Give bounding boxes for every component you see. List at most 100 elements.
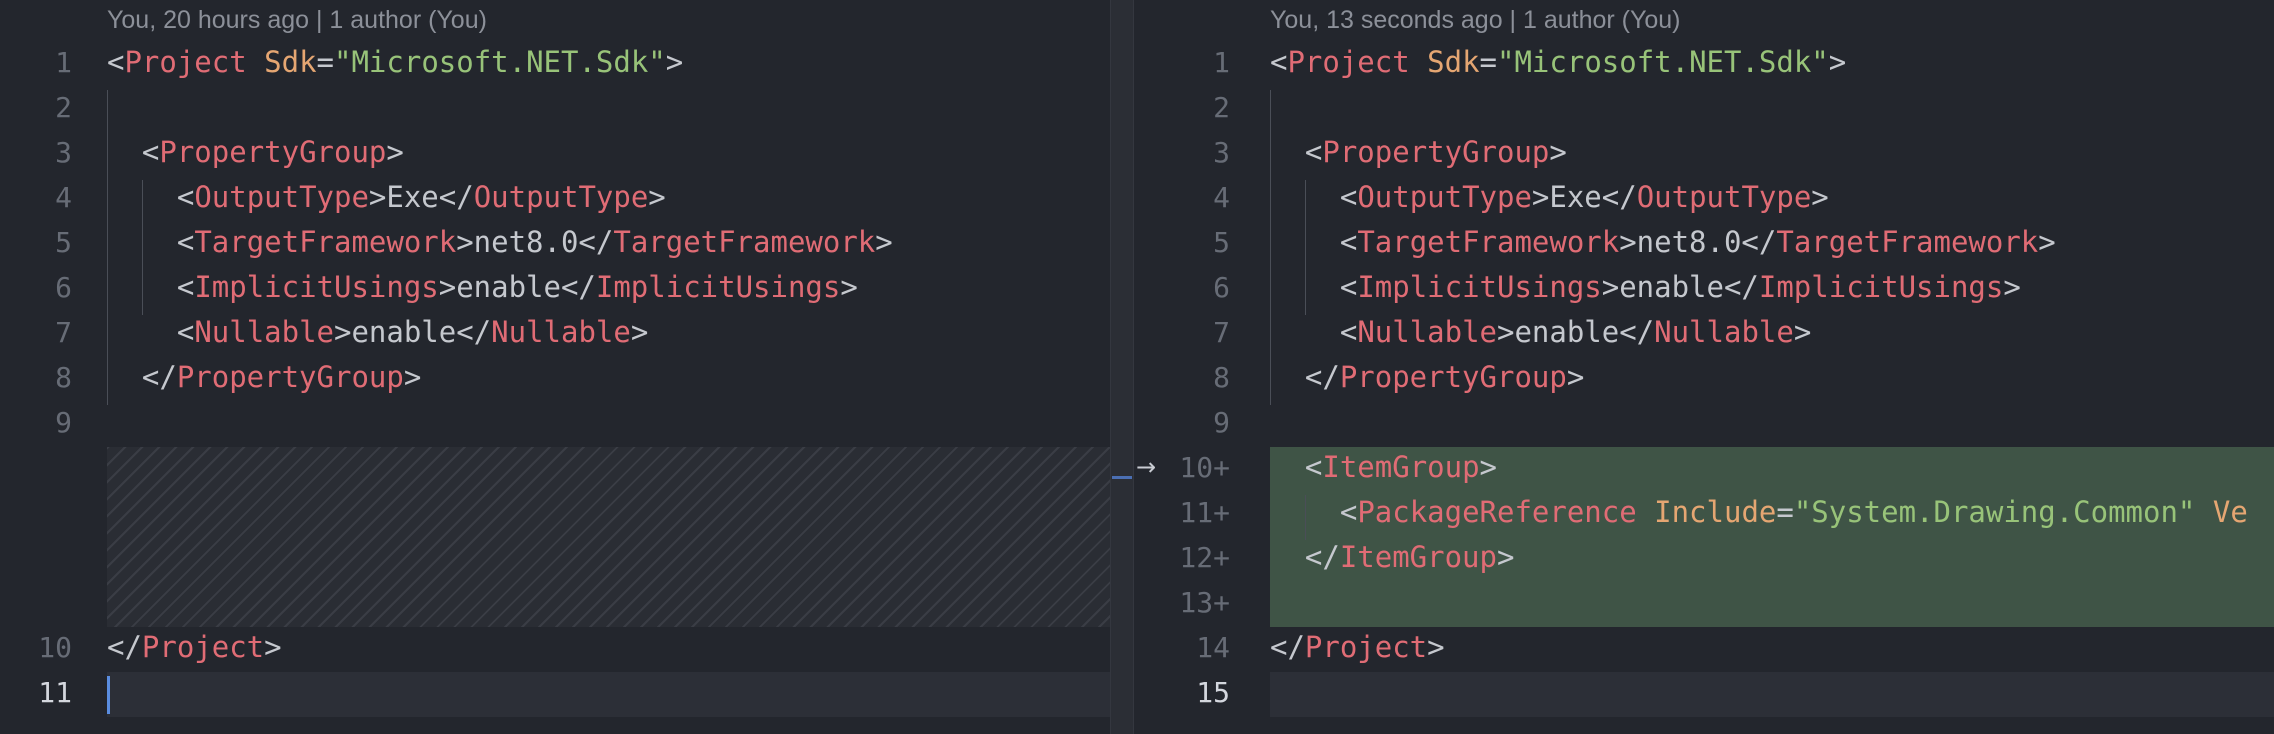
code-line[interactable]: 15 <box>1160 670 2274 715</box>
tag-name: PropertyGroup <box>1339 360 1567 394</box>
right-pane[interactable]: You, 13 seconds ago | 1 author (You) 1 <… <box>1160 0 2274 734</box>
tag-content: >enable</ <box>1601 270 1759 304</box>
line-number: 11 <box>38 676 72 709</box>
added-marker: + <box>1213 451 1230 484</box>
tag-name: ItemGroup <box>1339 540 1497 574</box>
tag-name: PackageReference <box>1357 495 1637 529</box>
bracket: > <box>2003 270 2021 304</box>
blame-annotation[interactable]: You, 13 seconds ago | 1 author (You) <box>1270 0 1681 40</box>
code-text[interactable]: <Project Sdk="Microsoft.NET.Sdk"> <box>107 40 683 85</box>
bracket: </ <box>141 360 177 394</box>
code-line[interactable]: 1 <Project Sdk="Microsoft.NET.Sdk"> <box>1160 40 2274 85</box>
line-number: 4 <box>55 181 72 214</box>
code-text[interactable]: <ImplicitUsings>enable</ImplicitUsings> <box>1270 265 2021 310</box>
code-line[interactable]: 7 <Nullable>enable</Nullable> <box>0 310 1110 355</box>
closing-tag-name: ImplicitUsings <box>595 270 841 304</box>
code-line[interactable]: 9 <box>0 400 1110 445</box>
bracket: < <box>141 135 160 169</box>
code-text[interactable]: <Project Sdk="Microsoft.NET.Sdk"> <box>1270 40 1846 85</box>
code-line[interactable]: 9 <box>1160 400 2274 445</box>
code-line[interactable]: 8 </PropertyGroup> <box>1160 355 2274 400</box>
code-text[interactable]: </PropertyGroup> <box>107 355 421 400</box>
code-text[interactable]: </ItemGroup> <box>1270 535 1515 580</box>
diff-overview-ruler[interactable] <box>1110 0 1134 734</box>
code-line[interactable]: 6 <ImplicitUsings>enable</ImplicitUsings… <box>0 265 1110 310</box>
code-text[interactable]: </Project> <box>107 625 282 670</box>
attribute-value: "System.Drawing.Common" <box>1793 495 2196 529</box>
code-text[interactable]: <ImplicitUsings>enable</ImplicitUsings> <box>107 265 858 310</box>
revert-arrow-icon[interactable]: → <box>1132 447 1160 487</box>
line-number-value: 13 <box>1179 586 1214 619</box>
bracket: > <box>1427 630 1445 664</box>
code-text[interactable]: </PropertyGroup> <box>1270 355 1584 400</box>
code-line[interactable]: 11 <box>0 670 1110 715</box>
code-line[interactable]: 1 <Project Sdk="Microsoft.NET.Sdk"> <box>0 40 1110 85</box>
added-code-line[interactable]: 12+ </ItemGroup> <box>1160 535 2274 580</box>
added-code-line[interactable]: 13+ <box>1160 580 2274 625</box>
tag-name: TargetFramework <box>194 225 457 259</box>
bracket: > <box>386 135 404 169</box>
line-number: 2 <box>55 91 72 124</box>
bracket: </ <box>107 630 142 664</box>
closing-tag-name: ImplicitUsings <box>1758 270 2004 304</box>
code-text[interactable]: <TargetFramework>net8.0</TargetFramework… <box>107 220 893 265</box>
code-text[interactable]: <TargetFramework>net8.0</TargetFramework… <box>1270 220 2056 265</box>
code-line[interactable]: 7 <Nullable>enable</Nullable> <box>1160 310 2274 355</box>
blame-annotation[interactable]: You, 20 hours ago | 1 author (You) <box>107 0 487 40</box>
tag-name: ImplicitUsings <box>1357 270 1602 304</box>
line-number: 3 <box>1213 136 1230 169</box>
tag-name: Project <box>1304 630 1428 664</box>
code-text[interactable]: <OutputType>Exe</OutputType> <box>107 175 666 220</box>
code-line[interactable]: 2 <box>1160 85 2274 130</box>
bracket: > <box>1793 315 1812 349</box>
equals: = <box>316 45 335 79</box>
code-text[interactable]: <Nullable>enable</Nullable> <box>1270 310 1811 355</box>
tag-name: Project <box>1287 45 1410 79</box>
code-text[interactable]: <PropertyGroup> <box>107 130 404 175</box>
line-number: 6 <box>1213 271 1230 304</box>
code-line[interactable]: 3 <PropertyGroup> <box>0 130 1110 175</box>
bracket: > <box>840 270 858 304</box>
code-line[interactable]: 3 <PropertyGroup> <box>1160 130 2274 175</box>
line-number: 14 <box>1196 631 1230 664</box>
code-line[interactable]: 5 <TargetFramework>net8.0</TargetFramewo… <box>1160 220 2274 265</box>
closing-tag-name: Nullable <box>491 315 631 349</box>
tag-content: >enable</ <box>438 270 596 304</box>
code-text[interactable]: </Project> <box>1270 625 1445 670</box>
bracket: > <box>1811 180 1829 214</box>
tag-content: >enable</ <box>334 315 492 349</box>
line-number: 6 <box>55 271 72 304</box>
bracket: < <box>176 180 195 214</box>
code-line[interactable]: 2 <box>0 85 1110 130</box>
code-line[interactable]: 8 </PropertyGroup> <box>0 355 1110 400</box>
change-marker[interactable] <box>1112 476 1132 479</box>
code-text[interactable]: <ItemGroup> <box>1270 445 1497 490</box>
tag-name: Project <box>141 630 265 664</box>
bracket: < <box>1270 45 1288 79</box>
line-number: 13+ <box>1160 580 1230 625</box>
bracket: < <box>1304 450 1323 484</box>
line-number: 10+ <box>1160 445 1230 490</box>
left-pane[interactable]: You, 20 hours ago | 1 author (You) 1 <Pr… <box>0 0 1110 734</box>
bracket: </ <box>1304 360 1340 394</box>
added-code-line[interactable]: 11+ <PackageReference Include="System.Dr… <box>1160 490 2274 535</box>
line-number: 7 <box>1213 316 1230 349</box>
added-marker: + <box>1213 541 1230 574</box>
code-text[interactable]: <PropertyGroup> <box>1270 130 1567 175</box>
code-line[interactable]: 4 <OutputType>Exe</OutputType> <box>0 175 1110 220</box>
code-line[interactable]: 10 </Project> <box>0 625 1110 670</box>
code-line[interactable]: 14 </Project> <box>1160 625 2274 670</box>
added-code-line[interactable]: 10+ <ItemGroup> <box>1160 445 2274 490</box>
bracket: > <box>264 630 282 664</box>
code-line[interactable]: 5 <TargetFramework>net8.0</TargetFramewo… <box>0 220 1110 265</box>
bracket: < <box>1339 225 1358 259</box>
code-text[interactable]: <PackageReference Include="System.Drawin… <box>1270 490 2248 535</box>
code-text[interactable]: <Nullable>enable</Nullable> <box>107 310 648 355</box>
code-line[interactable]: 4 <OutputType>Exe</OutputType> <box>1160 175 2274 220</box>
bracket: < <box>176 225 195 259</box>
code-line[interactable]: 6 <ImplicitUsings>enable</ImplicitUsings… <box>1160 265 2274 310</box>
closing-tag-name: TargetFramework <box>613 225 876 259</box>
code-text[interactable]: <OutputType>Exe</OutputType> <box>1270 175 1829 220</box>
